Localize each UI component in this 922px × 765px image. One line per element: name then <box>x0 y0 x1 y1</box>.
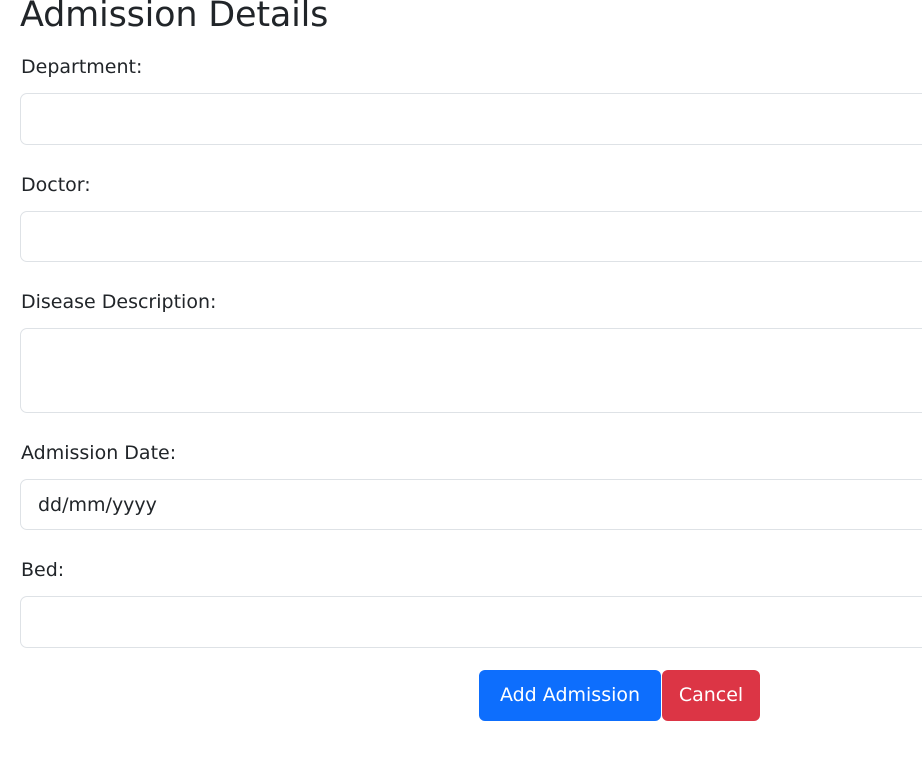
bed-field[interactable] <box>20 596 922 648</box>
admission-date-label: Admission Date: <box>21 442 177 464</box>
bed-label: Bed: <box>21 559 65 581</box>
disease-description-label: Disease Description: <box>21 291 217 313</box>
doctor-field[interactable] <box>20 211 922 262</box>
doctor-label: Doctor: <box>21 174 91 196</box>
page-title: Admission Details <box>20 0 329 35</box>
disease-description-field[interactable] <box>20 328 922 413</box>
department-field[interactable] <box>20 93 922 145</box>
admission-form-page: Admission Details Department: Doctor: Di… <box>0 0 922 765</box>
add-admission-button[interactable]: Add Admission <box>479 670 661 721</box>
admission-date-field[interactable] <box>20 479 922 530</box>
cancel-button[interactable]: Cancel <box>662 670 760 721</box>
department-label: Department: <box>21 56 143 78</box>
